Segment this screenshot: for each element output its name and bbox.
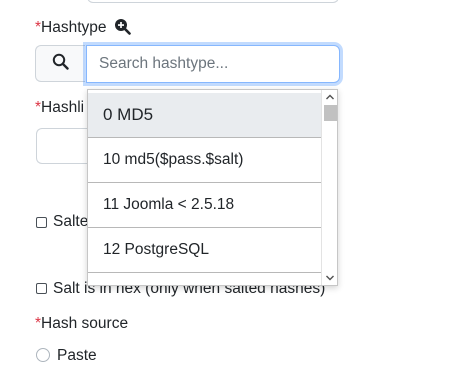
dropdown-option[interactable]: 11 Joomla < 2.5.18 (88, 183, 321, 228)
hashtype-dropdown[interactable]: 0 MD5 10 md5($pass.$salt) 11 Joomla < 2.… (87, 89, 338, 286)
hashlist-label-text: Hashli (41, 99, 85, 116)
scroll-up-arrow-icon[interactable] (322, 90, 337, 104)
dropdown-option[interactable]: 10 md5($pass.$salt) (88, 138, 321, 183)
hashtype-label-text: Hashtype (41, 19, 107, 36)
paste-label: Paste (57, 347, 97, 364)
dropdown-option[interactable]: 12 PostgreSQL (88, 228, 321, 273)
dropdown-option-md5[interactable]: 0 MD5 (88, 93, 321, 138)
scroll-down-arrow-icon[interactable] (322, 271, 337, 285)
hashtype-label: *Hashtype (35, 18, 131, 41)
zoom-in-icon[interactable] (114, 18, 131, 41)
hash-source-label: *Hash source (35, 315, 129, 332)
scrollbar-thumb[interactable] (324, 105, 337, 121)
search-icon (52, 53, 69, 75)
paste-radio[interactable] (36, 348, 50, 362)
hashlist-label: *Hashli (35, 99, 85, 116)
salt-hex-checkbox[interactable] (36, 283, 47, 294)
dropdown-scrollbar[interactable] (321, 90, 337, 285)
dropdown-option[interactable] (88, 273, 321, 285)
hashtype-search-input[interactable] (86, 45, 340, 83)
hash-source-label-text: Hash source (41, 315, 129, 332)
salted-label: Salte (53, 213, 89, 230)
previous-field[interactable] (87, 0, 339, 3)
search-button[interactable] (35, 45, 85, 82)
salted-checkbox[interactable] (36, 217, 47, 228)
